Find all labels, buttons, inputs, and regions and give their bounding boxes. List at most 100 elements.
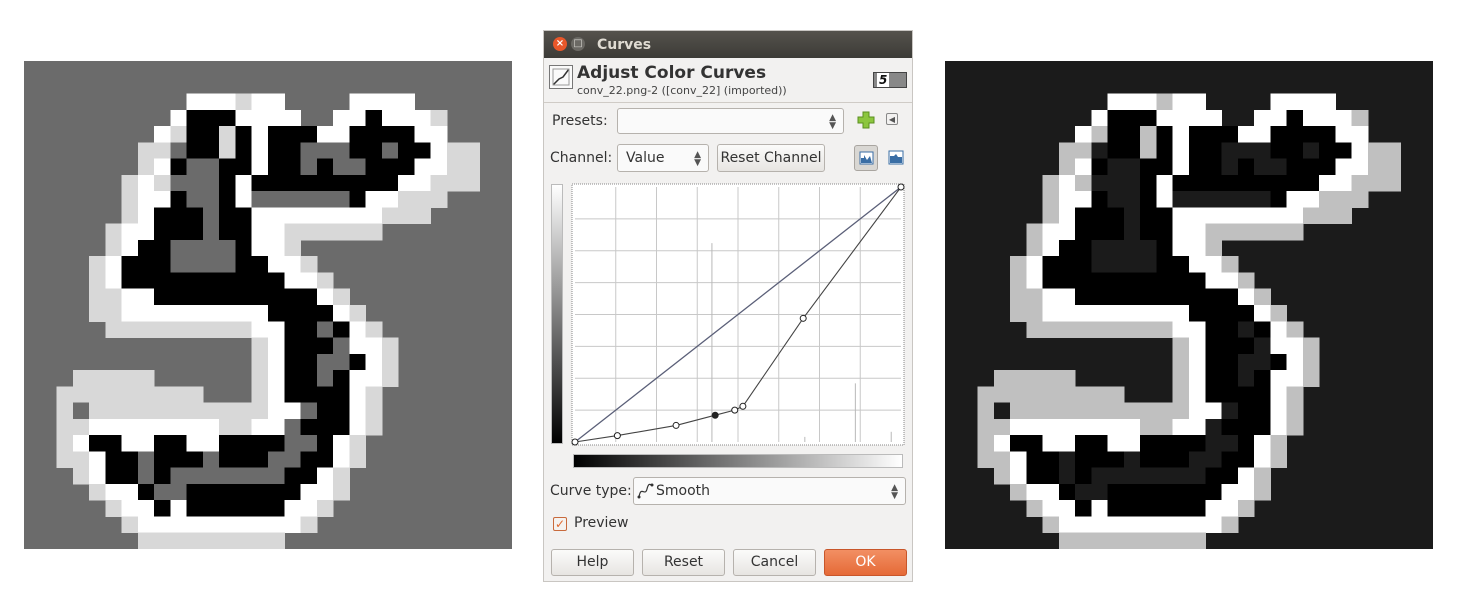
preset-menu-icon[interactable]: ◀ bbox=[886, 113, 898, 125]
pixel bbox=[235, 142, 253, 160]
pixel bbox=[1237, 451, 1255, 469]
curve-control-point[interactable] bbox=[799, 314, 807, 322]
pixel bbox=[1221, 272, 1239, 290]
pixel bbox=[235, 305, 253, 322]
pixel bbox=[235, 191, 253, 208]
pixel bbox=[1319, 126, 1336, 143]
pixel bbox=[365, 370, 383, 387]
spinner-arrows-icon: ▲ ▼ bbox=[891, 483, 898, 501]
presets-combo[interactable]: ▲ ▼ bbox=[617, 108, 844, 134]
curve-type-value: Smooth bbox=[656, 483, 711, 499]
pixel bbox=[1091, 467, 1109, 485]
pixel bbox=[333, 305, 350, 322]
pixel bbox=[1058, 435, 1076, 452]
pixel bbox=[316, 223, 334, 241]
pixel bbox=[1172, 337, 1190, 355]
reset-button[interactable]: Reset bbox=[642, 549, 725, 576]
ok-button[interactable]: OK bbox=[824, 549, 907, 576]
pixel bbox=[1319, 158, 1336, 176]
add-preset-icon[interactable] bbox=[857, 111, 875, 129]
pixel bbox=[105, 483, 123, 501]
pixel bbox=[1286, 223, 1304, 241]
pixel bbox=[89, 435, 106, 452]
pixel bbox=[1107, 223, 1125, 241]
pixel bbox=[268, 321, 285, 339]
pixel bbox=[1026, 402, 1044, 420]
pixel bbox=[1107, 126, 1125, 143]
pixel bbox=[251, 370, 269, 387]
pixel bbox=[202, 256, 220, 273]
channel-combo[interactable]: Value ▲ ▼ bbox=[617, 144, 709, 172]
pixel bbox=[251, 532, 269, 549]
pixel bbox=[349, 223, 367, 241]
pixel bbox=[1026, 483, 1044, 501]
curve-control-point[interactable] bbox=[731, 406, 739, 414]
curve-graph[interactable] bbox=[570, 181, 906, 449]
pixel bbox=[430, 109, 448, 127]
pixel bbox=[186, 288, 204, 306]
preview-label: Preview bbox=[574, 515, 629, 531]
help-button[interactable]: Help bbox=[551, 549, 634, 576]
pixel bbox=[72, 386, 90, 404]
pixel bbox=[1189, 516, 1206, 534]
pixel bbox=[1221, 370, 1239, 387]
pixel bbox=[316, 191, 334, 208]
linear-histogram-icon[interactable] bbox=[854, 145, 878, 171]
pixel bbox=[977, 402, 995, 420]
cancel-button[interactable]: Cancel bbox=[733, 549, 816, 576]
pixel bbox=[1221, 158, 1239, 176]
pixel bbox=[1123, 126, 1141, 143]
pixel bbox=[1075, 305, 1092, 322]
pixel bbox=[137, 370, 155, 387]
pixel bbox=[284, 516, 302, 534]
pixel bbox=[463, 142, 480, 160]
pixel bbox=[1351, 191, 1369, 208]
maximize-icon[interactable]: □ bbox=[571, 37, 585, 51]
curve-control-point[interactable] bbox=[613, 432, 621, 440]
curve-control-point[interactable] bbox=[739, 402, 747, 410]
pixel bbox=[1026, 467, 1044, 485]
pixel bbox=[170, 321, 188, 339]
pixel bbox=[1189, 272, 1206, 290]
preview-checkbox[interactable]: ✓ bbox=[553, 517, 567, 531]
close-icon[interactable]: × bbox=[553, 37, 567, 51]
pixel bbox=[235, 223, 253, 241]
pixel bbox=[1107, 467, 1125, 485]
pixel bbox=[251, 239, 269, 257]
pixel bbox=[1107, 402, 1125, 420]
pixel bbox=[1270, 386, 1288, 404]
pixel bbox=[137, 386, 155, 404]
pixel bbox=[300, 126, 318, 143]
pixel bbox=[105, 467, 123, 485]
pixel bbox=[1237, 126, 1255, 143]
pixel bbox=[284, 126, 302, 143]
pixel bbox=[1286, 370, 1304, 387]
pixel bbox=[268, 256, 285, 273]
pixel bbox=[414, 191, 432, 208]
curve-control-point[interactable] bbox=[571, 438, 579, 446]
reset-channel-button[interactable]: Reset Channel bbox=[717, 144, 825, 172]
pixel bbox=[1010, 435, 1027, 452]
pixel bbox=[170, 402, 188, 420]
pixel bbox=[430, 174, 448, 192]
curve-type-combo[interactable]: Smooth ▲ ▼ bbox=[633, 477, 906, 505]
pixel bbox=[381, 109, 399, 127]
pixel bbox=[219, 532, 236, 549]
pixel bbox=[1042, 402, 1060, 420]
pixel bbox=[284, 207, 302, 225]
pixel bbox=[1270, 353, 1288, 371]
pixel bbox=[1189, 207, 1206, 225]
pixel bbox=[1221, 435, 1239, 452]
pixel bbox=[1189, 321, 1206, 339]
pixel bbox=[105, 402, 123, 420]
curve-control-point[interactable] bbox=[672, 421, 680, 429]
pixel bbox=[1302, 126, 1320, 143]
pixel bbox=[284, 386, 302, 404]
pixel bbox=[1189, 223, 1206, 241]
pixel bbox=[1254, 370, 1271, 387]
curve-control-point[interactable] bbox=[897, 183, 905, 191]
pixel bbox=[1156, 483, 1174, 501]
pixel bbox=[1205, 305, 1223, 322]
curve-control-point[interactable] bbox=[711, 411, 719, 419]
logarithmic-histogram-icon[interactable] bbox=[884, 145, 908, 171]
